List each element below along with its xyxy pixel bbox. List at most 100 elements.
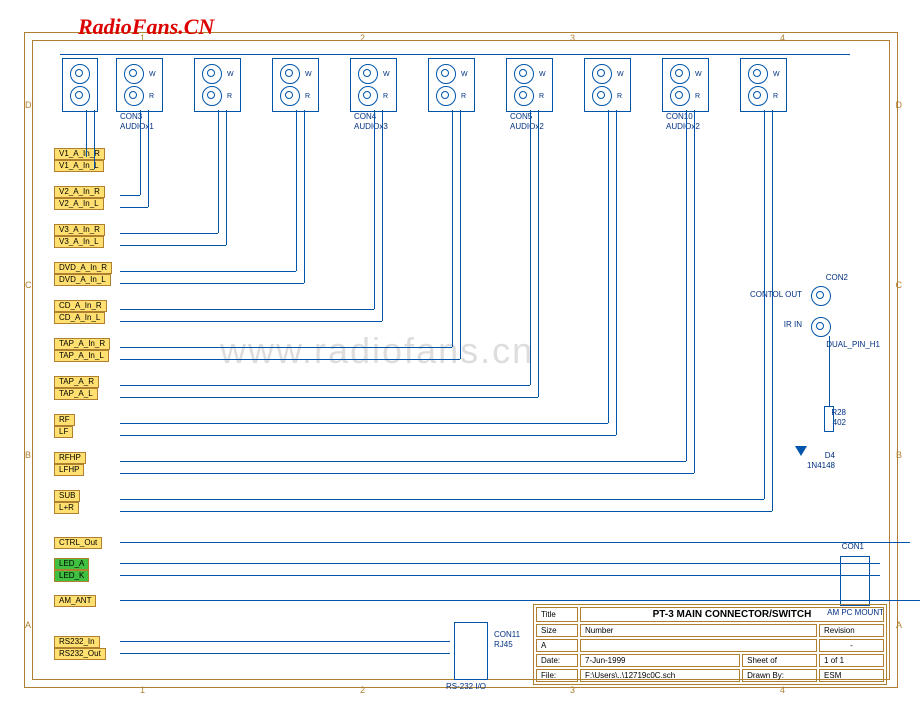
- signal-tag: DVD_A_In_L: [54, 274, 111, 286]
- pin-r: R: [305, 93, 312, 100]
- ruler-col: 4: [780, 33, 785, 43]
- signal-tag: DVD_A_In_R: [54, 262, 112, 274]
- wire: [460, 110, 461, 359]
- wire: [60, 54, 850, 55]
- title-main: PT-3 MAIN CONNECTOR/SWITCH: [580, 607, 884, 622]
- wire: [686, 110, 687, 461]
- ruler-row: C: [25, 280, 32, 290]
- date-lbl: Date:: [536, 654, 578, 667]
- pin-r: R: [773, 93, 780, 100]
- ruler-row: A: [896, 620, 902, 630]
- wire: [374, 110, 375, 309]
- rj45-name: RJ45: [494, 640, 513, 649]
- con2-ref: CON2: [826, 273, 848, 282]
- pin-r: R: [149, 93, 156, 100]
- pin-w: W: [695, 71, 702, 78]
- wire: [120, 397, 538, 398]
- wire: [120, 385, 530, 386]
- wire: [120, 245, 226, 246]
- drawn-val: ESM: [819, 669, 884, 682]
- ir-in-label: IR IN: [784, 320, 802, 329]
- logo: RadioFans.CN: [78, 14, 214, 40]
- d4-ref: D4: [825, 451, 835, 460]
- ruler-col: 1: [140, 33, 145, 43]
- audio-connector: WR: [740, 58, 787, 112]
- date-val: 7-Jun-1999: [580, 654, 740, 667]
- revision-val: -: [819, 639, 884, 652]
- file-val: F:\Users\..\12719c0C.sch: [580, 669, 740, 682]
- wire: [148, 110, 149, 207]
- wire: [218, 110, 219, 233]
- wire: [452, 110, 453, 347]
- title-lbl: Title: [536, 607, 578, 622]
- pin-r: R: [695, 93, 702, 100]
- signal-tag: LFHP: [54, 464, 84, 476]
- audio-connector: WRCON3AUDIOx1: [116, 58, 163, 112]
- signal-tag: TAP_A_L: [54, 388, 98, 400]
- audio-connector: WRCON5AUDIOx2: [506, 58, 553, 112]
- audio-connector: WR: [584, 58, 631, 112]
- pin-r: R: [617, 93, 624, 100]
- wire: [120, 563, 880, 564]
- size-val: A: [536, 639, 578, 652]
- signal-tag: V1_A_In_L: [54, 160, 104, 172]
- r28-body: [824, 406, 834, 432]
- audio-connector: WRCON4AUDIOx3: [350, 58, 397, 112]
- pin-w: W: [773, 71, 780, 78]
- ruler-row: B: [896, 450, 902, 460]
- wire: [382, 110, 383, 321]
- audio-connector: WR: [194, 58, 241, 112]
- ruler-col: 3: [570, 685, 575, 695]
- signal-tag: RF: [54, 414, 75, 426]
- wire: [120, 283, 304, 284]
- signal-tag: RS232_Out: [54, 648, 106, 660]
- signal-tag: TAP_A_In_L: [54, 350, 109, 362]
- ruler-row: A: [25, 620, 31, 630]
- signal-tag: SUB: [54, 490, 80, 502]
- wire: [120, 641, 450, 642]
- wire: [120, 653, 450, 654]
- wire: [120, 575, 880, 576]
- signal-tag: LED_A: [54, 558, 89, 570]
- pin-r: R: [539, 93, 546, 100]
- wire: [764, 110, 765, 499]
- wire: [120, 233, 218, 234]
- watermark: www.radiofans.cn: [220, 330, 534, 372]
- dual-pin-label: DUAL_PIN_H1: [826, 340, 880, 349]
- wire: [694, 110, 695, 473]
- ruler-row: C: [896, 280, 903, 290]
- ruler-col: 1: [140, 685, 145, 695]
- signal-tag: LED_K: [54, 570, 89, 582]
- con2-jack-1: [811, 286, 831, 306]
- wire: [120, 359, 460, 360]
- signal-tag: LF: [54, 426, 73, 438]
- revision-lbl: Revision: [819, 624, 884, 637]
- file-lbl: File:: [536, 669, 578, 682]
- ruler-row: B: [25, 450, 31, 460]
- wire: [120, 511, 772, 512]
- signal-tag: CTRL_Out: [54, 537, 102, 549]
- wire: [120, 271, 296, 272]
- audio-connector: [62, 58, 98, 112]
- pin-w: W: [227, 71, 234, 78]
- pin-w: W: [149, 71, 156, 78]
- wire: [120, 435, 616, 436]
- wire: [616, 110, 617, 435]
- wire: [140, 110, 141, 195]
- ruler-col: 2: [360, 685, 365, 695]
- wire: [538, 110, 539, 397]
- signal-tag: AM_ANT: [54, 595, 96, 607]
- wire: [608, 110, 609, 423]
- signal-tag: L+R: [54, 502, 79, 514]
- titleblock: Title PT-3 MAIN CONNECTOR/SWITCH Size Nu…: [533, 604, 887, 685]
- rj45-ref: CON11: [494, 630, 520, 639]
- signal-tag: CD_A_In_R: [54, 300, 107, 312]
- pin-r: R: [227, 93, 234, 100]
- pin-r: R: [383, 93, 390, 100]
- ruler-row: D: [896, 100, 903, 110]
- audio-connector: WR: [428, 58, 475, 112]
- wire: [120, 347, 452, 348]
- number-lbl: Number: [580, 624, 817, 637]
- control-out-label: CONTOL OUT: [750, 290, 802, 299]
- ruler-row: D: [25, 100, 32, 110]
